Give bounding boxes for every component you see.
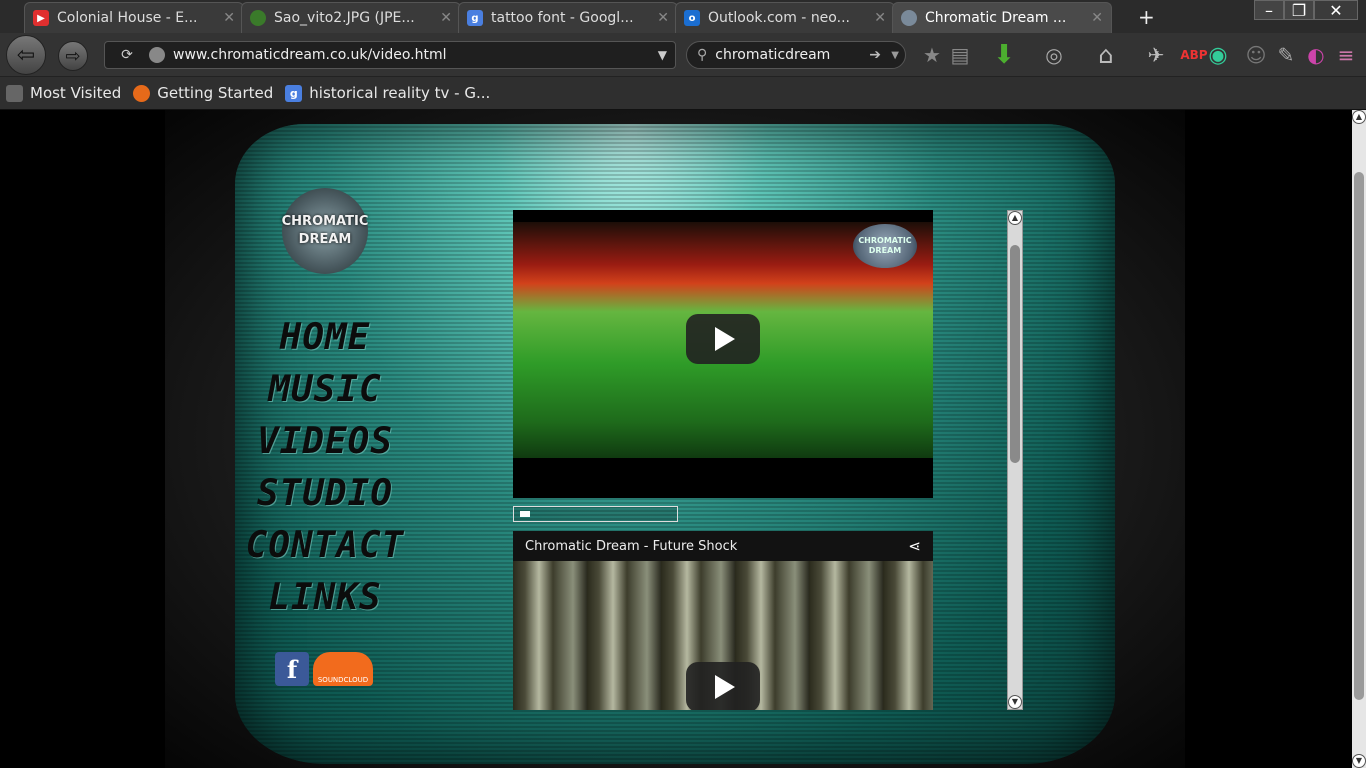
close-tab-icon[interactable]: ✕ [1091, 10, 1103, 26]
tab-colonial-house[interactable]: ▶ Colonial House - E... ✕ [24, 2, 244, 33]
nav-home-link[interactable]: HOME [240, 312, 410, 364]
new-tab-icon[interactable]: + [1138, 5, 1155, 29]
loading-bar-fill [520, 511, 530, 517]
google-icon: g [467, 10, 483, 26]
tab-label: Outlook.com - neo... [708, 10, 850, 26]
nav-videos-link[interactable]: VIDEOS [240, 416, 410, 468]
play-button[interactable] [686, 314, 760, 364]
frame-scroll-thumb[interactable] [1010, 245, 1020, 463]
chromatic-dream-icon [901, 10, 917, 26]
scroll-down-icon[interactable]: ▼ [1352, 754, 1366, 768]
scroll-down-icon[interactable]: ▼ [1008, 695, 1022, 709]
close-tab-icon[interactable]: ✕ [223, 10, 235, 26]
home-icon[interactable]: ⌂ [1092, 41, 1120, 69]
minimize-icon[interactable]: – [1254, 0, 1284, 20]
close-tab-icon[interactable]: ✕ [657, 10, 669, 26]
page-scrollbar[interactable]: ▲ ▼ [1352, 110, 1366, 768]
forward-arrow-icon: ⇨ [65, 45, 81, 67]
page-scroll-thumb[interactable] [1354, 172, 1364, 700]
tab-strip: ▶ Colonial House - E... ✕ Sao_vito2.JPG … [0, 0, 1366, 33]
google-icon: g [285, 84, 303, 102]
wikimedia-icon [250, 10, 266, 26]
tab-label: tattoo font - Googl... [491, 10, 634, 26]
search-go-icon[interactable]: ➔ [869, 47, 881, 63]
addon-icon[interactable]: ◉ [1204, 41, 1232, 69]
loading-bar [513, 506, 678, 522]
tab-chromatic-dream[interactable]: Chromatic Dream ... ✕ [892, 2, 1112, 33]
download-icon[interactable]: ⬇ [990, 40, 1018, 70]
youtube-icon: ▶ [33, 10, 49, 26]
back-button[interactable]: ⇦ [6, 35, 46, 75]
video-logo-text: CHROMATIC DREAM [858, 236, 912, 255]
scroll-up-icon[interactable]: ▲ [1352, 110, 1366, 124]
bookmarks-menu-icon[interactable]: ▤ [946, 41, 974, 69]
back-arrow-icon: ⇦ [16, 42, 36, 68]
search-query: chromaticdream [715, 47, 831, 63]
chevron-down-icon[interactable]: ▼ [891, 50, 899, 61]
send-icon[interactable]: ✈ [1142, 41, 1170, 69]
window-controls: – ❐ ✕ [1254, 0, 1358, 20]
search-field[interactable]: ⚲ chromaticdream ➔ ▼ [686, 41, 906, 69]
scroll-up-icon[interactable]: ▲ [1008, 211, 1022, 225]
nav-studio-link[interactable]: STUDIO [240, 468, 410, 520]
outlook-icon: o [684, 10, 700, 26]
nav-links-link[interactable]: LINKS [240, 572, 410, 624]
address-bar[interactable]: ⟳ www.chromaticdream.co.uk/video.html ▼ [104, 41, 676, 69]
search-icon: ⚲ [697, 47, 708, 63]
video-player-1[interactable]: CHROMATIC DREAM [513, 210, 933, 498]
firefox-icon [133, 84, 151, 102]
globe-icon [149, 47, 165, 63]
nav-contact-link[interactable]: CONTACT [240, 520, 410, 572]
bookmark-most-visited[interactable]: Most Visited [6, 84, 121, 102]
facebook-letter: f [286, 654, 298, 684]
video-title[interactable]: Chromatic Dream - Future Shock [525, 539, 737, 554]
private-mask-icon[interactable]: ◎ [1040, 41, 1068, 69]
url-text: www.chromaticdream.co.uk/video.html [173, 47, 447, 63]
navigation-toolbar: ⇦ ⇨ ⟳ www.chromaticdream.co.uk/video.htm… [0, 33, 1366, 77]
bookmark-label: historical reality tv - G... [309, 84, 491, 102]
tab-label: Chromatic Dream ... [925, 10, 1067, 26]
tab-outlook[interactable]: o Outlook.com - neo... ✕ [675, 2, 895, 33]
menu-icon[interactable]: ≡ [1332, 41, 1360, 69]
tab-tattoo-font[interactable]: g tattoo font - Googl... ✕ [458, 2, 678, 33]
reload-icon[interactable]: ⟳ [115, 43, 139, 67]
tab-sao-vito[interactable]: Sao_vito2.JPG (JPE... ✕ [241, 2, 461, 33]
tab-label: Colonial House - E... [57, 10, 198, 26]
most-visited-icon [6, 84, 23, 102]
tab-label: Sao_vito2.JPG (JPE... [274, 10, 415, 26]
pen-icon[interactable]: ✎ [1272, 41, 1300, 69]
bookmark-getting-started[interactable]: Getting Started [133, 84, 273, 102]
nav-music-link[interactable]: MUSIC [240, 364, 410, 416]
play-button[interactable] [686, 662, 760, 710]
frame-scrollbar[interactable]: ▲ ▼ [1007, 210, 1023, 710]
chat-icon[interactable]: ☺ [1242, 41, 1270, 69]
close-window-icon[interactable]: ✕ [1314, 0, 1358, 20]
bookmark-star-icon[interactable]: ★ [918, 41, 946, 69]
close-tab-icon[interactable]: ✕ [874, 10, 886, 26]
maximize-icon[interactable]: ❐ [1284, 0, 1314, 20]
video-player-2[interactable]: Chromatic Dream - Future Shock ⋖ [513, 531, 933, 710]
logo-text-line1: CHROMATIC [281, 214, 369, 229]
chevron-down-icon[interactable]: ▼ [658, 48, 667, 62]
soundcloud-icon[interactable]: SOUNDCLOUD [313, 652, 373, 686]
site-logo[interactable]: CHROMATIC DREAM [282, 188, 368, 274]
bookmark-label: Most Visited [30, 84, 122, 102]
soundcloud-label: SOUNDCLOUD [317, 676, 369, 684]
color-picker-icon[interactable]: ◐ [1302, 41, 1330, 69]
forward-button[interactable]: ⇨ [58, 41, 88, 71]
bookmark-label: Getting Started [157, 84, 274, 102]
video-frame: CHROMATIC DREAM Chromatic Dream - Future… [513, 210, 1023, 710]
video-title-bar: Chromatic Dream - Future Shock [513, 531, 933, 561]
social-links: f SOUNDCLOUD [275, 652, 373, 686]
bookmark-historical-reality-tv[interactable]: g historical reality tv - G... [285, 84, 490, 102]
site-nav: HOME MUSIC VIDEOS STUDIO CONTACT LINKS [240, 312, 410, 624]
video-logo-watermark: CHROMATIC DREAM [853, 224, 917, 268]
bookmarks-toolbar: Most Visited Getting Started g historica… [0, 77, 1366, 110]
facebook-icon[interactable]: f [275, 652, 309, 686]
share-icon[interactable]: ⋖ [908, 537, 921, 555]
logo-text-line2: DREAM [298, 232, 352, 247]
close-tab-icon[interactable]: ✕ [440, 10, 452, 26]
